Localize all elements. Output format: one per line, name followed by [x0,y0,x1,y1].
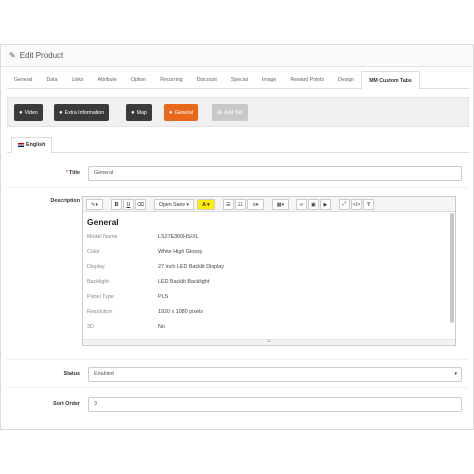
circle-icon: ● [19,109,23,116]
chevron-down-icon: ▾ [454,371,457,377]
spec-value: PLS [158,294,169,300]
custom-tab-label: General [174,109,194,116]
tab-english[interactable]: English [11,137,53,154]
spec-value: LED Backlit Backlight [158,279,210,285]
spec-row: Resolution 1920 x 1080 pixels [87,309,449,324]
custom-tab-label: Map [136,109,147,116]
language-label: English [26,142,46,148]
custom-tab-general[interactable]: ● General [164,104,199,121]
spec-value: LS27E360HS/XL [158,234,199,240]
uk-flag-icon [18,142,24,147]
tab-special[interactable]: Special [224,71,255,89]
image-button[interactable]: ▣ [308,199,319,210]
link-button[interactable]: ∞ [296,199,307,210]
custom-tab-video[interactable]: ● Video [14,104,43,121]
page-title: Edit Product [19,51,64,60]
spec-value: 27 inch LED Backlit Display [158,264,224,270]
code-view-button[interactable]: </> [351,199,362,210]
font-select[interactable]: Open Sans ▾ [154,199,194,210]
spec-row: Backlight LED Backlit Backlight [87,279,449,294]
underline-button[interactable]: U [123,199,134,210]
required-mark: * [65,170,69,176]
eraser-button[interactable]: ⌫ [135,199,146,210]
custom-tab-map[interactable]: ● Map [126,104,152,121]
bold-button[interactable]: B [111,199,122,210]
color-button[interactable]: A ▾ [197,199,215,210]
pencil-icon: ✎ [9,51,16,60]
sort-order-label: Sort Order [53,401,80,407]
tab-attribute[interactable]: Attribute [91,71,124,89]
tab-discount[interactable]: Discount [190,71,224,89]
status-select[interactable]: Enabled ▾ [88,367,462,382]
custom-tab-label: Extra Information [64,109,105,116]
editor-scrollbar[interactable] [450,213,454,323]
help-button[interactable]: ? [363,199,374,210]
spec-key: Model Name [87,234,118,240]
spec-row: Display 27 inch LED Backlit Display [87,264,449,279]
fullscreen-button[interactable]: ⤢ [339,199,350,210]
spec-row: Color White High Glossy [87,249,449,264]
spec-key: Panel Type [87,294,114,300]
font-select-value: Open Sans [158,201,185,208]
editor-content[interactable]: General Model Name LS27E360HS/XL Color Whi… [87,217,449,341]
custom-tabs-bar: ● Video ● Extra Information ● Map ● General … [7,97,469,127]
circle-icon: ● [131,109,135,116]
editor-resize-handle[interactable]: ═ [83,339,455,345]
tab-recurring[interactable]: Recurring [153,71,190,89]
sort-order-input[interactable]: 3 [88,397,462,412]
custom-tab-extra-information[interactable]: ● Extra Information [54,104,110,121]
description-label: Description [50,198,80,204]
tab-general[interactable]: General [7,71,39,89]
circle-icon: ● [169,109,173,116]
rich-text-editor[interactable]: ✎▾ B U ⌫ Open Sans ▾ A ▾ ☰ ☷ ≡▾ ▦▾ ∞ ▣ ▶… [82,196,456,346]
product-tabs: General Data Links Attribute Option Recu… [7,71,469,90]
tab-links[interactable]: Links [64,71,90,89]
title-label: *Title [66,170,80,176]
ordered-list-button[interactable]: ☷ [235,199,246,210]
spec-value: 1920 x 1080 pixels [158,309,203,315]
tab-data[interactable]: Data [39,71,64,89]
status-select-value: Enabled [94,371,114,377]
align-button[interactable]: ≡▾ [247,199,264,210]
tab-image[interactable]: Image [255,71,283,89]
add-tab-button[interactable]: ⊕ Add Tab [212,104,248,121]
add-tab-label: Add Tab [224,109,243,116]
status-row: Status Enabled ▾ [6,362,468,388]
spec-row: Panel Type PLS [87,294,449,309]
spec-key: 3D [87,324,94,330]
tab-option[interactable]: Option [124,71,153,89]
circle-icon: ● [59,109,63,116]
title-input[interactable]: General [88,166,462,181]
unordered-list-button[interactable]: ☰ [223,199,234,210]
title-label-text: Title [69,170,80,176]
spec-key: Display [87,264,105,270]
spec-key: Resolution [87,309,113,315]
title-row: *Title General [6,162,468,188]
language-tabs: English [7,137,469,154]
spec-key: Backlight [87,279,109,285]
spec-row: Model Name LS27E360HS/XL [87,234,449,249]
plus-circle-icon: ⊕ [217,110,223,116]
spec-row: 3D No [87,324,449,339]
tab-reward-points[interactable]: Reward Points [283,71,331,89]
sort-order-row: Sort Order 3 [6,392,468,418]
editor-toolbar: ✎▾ B U ⌫ Open Sans ▾ A ▾ ☰ ☷ ≡▾ ▦▾ ∞ ▣ ▶… [83,197,455,212]
status-label: Status [63,371,80,377]
tab-mm-custom-tabs[interactable]: MM Custom Tabs [361,71,420,90]
tab-design[interactable]: Design [331,71,361,89]
spec-value: White High Glossy [158,249,203,255]
spec-value: No [158,324,165,330]
magic-pen-button[interactable]: ✎▾ [86,199,103,210]
editor-heading: General [87,217,119,227]
spec-key: Color [87,249,100,255]
custom-tab-label: Video [24,109,38,116]
table-button[interactable]: ▦▾ [272,199,289,210]
panel-heading: ✎ Edit Product [1,45,473,67]
video-button[interactable]: ▶ [320,199,331,210]
